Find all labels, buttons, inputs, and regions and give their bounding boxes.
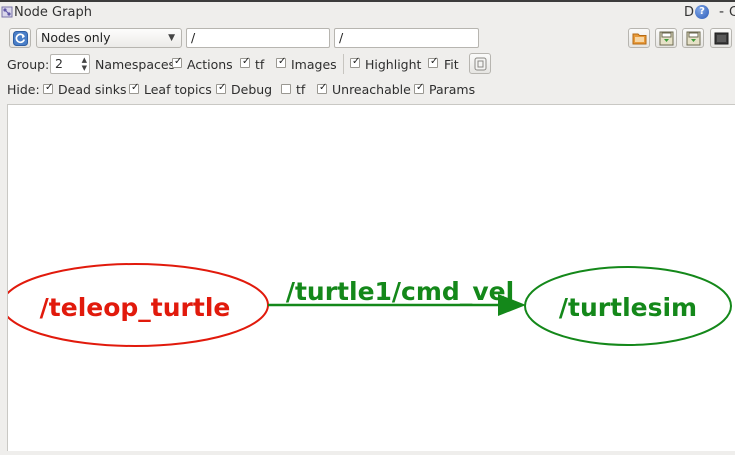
- title-bar-top-border: [0, 0, 735, 2]
- graph-canvas[interactable]: /teleop_turtle /turtle1/cmd_vel /turtles…: [1, 104, 735, 452]
- dead-sinks-label: Dead sinks: [58, 82, 127, 97]
- help-icon[interactable]: ?: [695, 5, 709, 19]
- save-image-icon: [686, 31, 701, 46]
- fit-checkbox[interactable]: ✓: [428, 56, 438, 68]
- fit-view-button[interactable]: [469, 53, 491, 74]
- fit-view-icon: [474, 57, 487, 71]
- save-dot-icon: [659, 31, 674, 46]
- dead-sinks-checkbox[interactable]: ✓: [43, 82, 53, 94]
- cmd-vel-edge-label: /turtle1/cmd_vel: [286, 277, 514, 306]
- group-label: Group:: [7, 57, 50, 72]
- hide-label: Hide:: [7, 82, 40, 97]
- chevron-down-icon: ▼: [168, 33, 175, 43]
- tf-checkbox[interactable]: ✓: [240, 56, 250, 68]
- actions-checkbox[interactable]: ✓: [172, 56, 182, 68]
- params-checkbox[interactable]: ✓: [414, 82, 424, 94]
- load-dot-button[interactable]: [628, 28, 650, 48]
- open-folder-icon: [632, 33, 647, 45]
- actions-label: Actions: [187, 57, 233, 72]
- images-label: Images: [291, 57, 337, 72]
- group-value: 2: [55, 56, 63, 71]
- toolbar: Nodes only ▼ / /: [0, 26, 735, 50]
- highlight-checkbox[interactable]: ✓: [350, 56, 360, 68]
- params-label: Params: [429, 82, 476, 97]
- highlight-label: Highlight: [365, 57, 422, 72]
- spin-down-icon[interactable]: ▼: [82, 64, 87, 72]
- hide-tf-label: tf: [296, 82, 306, 97]
- fit-label: Fit: [444, 57, 459, 72]
- save-dot-button[interactable]: [655, 28, 677, 48]
- close-button[interactable]: C: [729, 5, 735, 20]
- hide-tf-checkbox[interactable]: [281, 84, 291, 94]
- unreachable-label: Unreachable: [332, 82, 411, 97]
- turtlesim-node-label: /turtlesim: [559, 293, 697, 322]
- fullscreen-icon: [714, 32, 729, 45]
- leaf-topics-checkbox[interactable]: ✓: [129, 82, 139, 94]
- hide-row: Hide: ✓ Dead sinks ✓ Leaf topics ✓ Debug…: [0, 78, 735, 100]
- dock-label[interactable]: D: [684, 5, 694, 20]
- teleop-turtle-node-label: /teleop_turtle: [40, 293, 231, 322]
- separator: [343, 54, 344, 74]
- node-filter-input[interactable]: /: [186, 28, 330, 48]
- refresh-icon: [13, 31, 28, 46]
- app-icon: [1, 6, 13, 18]
- refresh-button[interactable]: [9, 28, 31, 48]
- tf-label: tf: [255, 57, 265, 72]
- unreachable-checkbox[interactable]: ✓: [317, 82, 327, 94]
- topic-filter-input[interactable]: /: [334, 28, 479, 48]
- options-row: Group: 2 ▲ ▼ Namespaces ✓ Actions ✓ tf ✓…: [0, 52, 735, 76]
- window-title: Node Graph: [14, 5, 92, 20]
- graph-svg[interactable]: /teleop_turtle /turtle1/cmd_vel /turtles…: [1, 105, 735, 452]
- save-image-button[interactable]: [682, 28, 704, 48]
- debug-label: Debug: [231, 82, 273, 97]
- graph-mode-value: Nodes only: [41, 30, 111, 45]
- minimize-button[interactable]: -: [719, 4, 724, 20]
- group-spinbox[interactable]: 2 ▲ ▼: [50, 54, 90, 74]
- spin-up-icon[interactable]: ▲: [82, 56, 87, 64]
- images-checkbox[interactable]: ✓: [276, 56, 286, 68]
- debug-checkbox[interactable]: ✓: [216, 82, 226, 94]
- graph-mode-select[interactable]: Nodes only ▼: [36, 28, 182, 48]
- namespaces-label: Namespaces: [95, 57, 176, 72]
- leaf-topics-label: Leaf topics: [144, 82, 212, 97]
- fullscreen-button[interactable]: [710, 28, 732, 48]
- title-bar: Node Graph D ? - C: [0, 0, 735, 26]
